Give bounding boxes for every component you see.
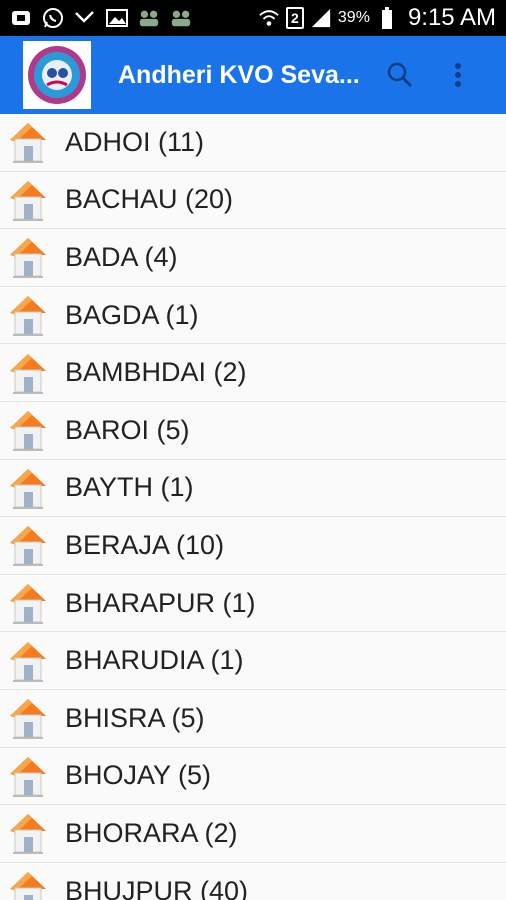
overflow-menu-icon <box>455 63 461 87</box>
list-item[interactable]: BAGDA (1) <box>0 286 506 345</box>
list-item[interactable]: BHISRA (5) <box>0 689 506 748</box>
house-icon <box>10 584 46 625</box>
village-label: BHARAPUR (1) <box>65 587 256 618</box>
village-label: BERAJA (10) <box>65 529 225 560</box>
list-item[interactable]: BAYTH (1) <box>0 459 506 518</box>
house-icon <box>10 641 46 682</box>
app-icon <box>138 7 160 29</box>
list-item[interactable]: BAROI (5) <box>0 401 506 460</box>
village-label: BHORARA (2) <box>65 817 238 848</box>
clock: 9:15 AM <box>407 4 496 31</box>
search-button[interactable] <box>378 53 422 97</box>
sim-icon: 2 <box>285 7 304 29</box>
list-item[interactable]: ADHOI (11) <box>0 114 506 172</box>
battery-icon <box>376 7 398 29</box>
app-logo[interactable] <box>23 41 91 109</box>
house-icon <box>10 699 46 740</box>
house-icon <box>10 238 46 279</box>
app-bar: Andheri KVO Seva... <box>0 36 506 114</box>
app-icon <box>170 7 192 29</box>
whatsapp-icon <box>42 7 64 29</box>
status-bar: 2 39% 9:15 AM <box>0 0 506 36</box>
house-icon <box>10 526 46 567</box>
village-label: BAYTH (1) <box>65 472 194 503</box>
list-item[interactable]: BHARAPUR (1) <box>0 574 506 633</box>
list-item[interactable]: BHORARA (2) <box>0 805 506 863</box>
village-label: ADHOI (11) <box>65 126 205 157</box>
list-item[interactable]: BADA (4) <box>0 229 506 287</box>
village-label: BACHAU (20) <box>65 184 234 215</box>
notification-icon <box>10 7 32 29</box>
village-label: BAMBHDAI (2) <box>65 357 247 388</box>
house-icon <box>10 814 46 855</box>
village-label: BAGDA (1) <box>65 299 199 330</box>
village-label: BHUJPUR (40) <box>65 875 249 900</box>
notification-icons <box>10 7 258 29</box>
wifi-icon <box>258 7 280 29</box>
village-label: BAROI (5) <box>65 414 190 445</box>
list-item[interactable]: BHARUDIA (1) <box>0 632 506 690</box>
house-icon <box>10 296 46 337</box>
village-label: BHISRA (5) <box>65 702 205 733</box>
missed-call-icon <box>74 7 96 29</box>
signal-icon <box>310 7 332 29</box>
house-icon <box>10 123 46 164</box>
house-icon <box>10 872 46 900</box>
house-icon <box>10 180 46 221</box>
battery-percent: 39% <box>337 9 370 26</box>
house-icon <box>10 468 46 509</box>
house-icon <box>10 756 46 797</box>
system-icons: 2 39% 9:15 AM <box>258 4 496 32</box>
village-label: BHOJAY (5) <box>65 760 212 791</box>
village-list[interactable]: ADHOI (11) BACHAU (20) BADA (4) BAGDA (1) BA… <box>0 114 506 900</box>
house-icon <box>10 353 46 394</box>
app-title: Andheri KVO Seva... <box>118 60 360 89</box>
house-icon <box>10 411 46 452</box>
list-item[interactable]: BAMBHDAI (2) <box>0 344 506 402</box>
village-label: BHARUDIA (1) <box>65 645 244 676</box>
list-item[interactable]: BERAJA (10) <box>0 517 506 575</box>
list-item[interactable]: BACHAU (20) <box>0 171 506 230</box>
list-item[interactable]: BHOJAY (5) <box>0 747 506 806</box>
search-icon <box>387 62 413 88</box>
gallery-icon <box>106 7 128 29</box>
list-item[interactable]: BHUJPUR (40) <box>0 862 506 900</box>
more-options-button[interactable] <box>436 53 480 97</box>
village-label: BADA (4) <box>65 241 178 272</box>
